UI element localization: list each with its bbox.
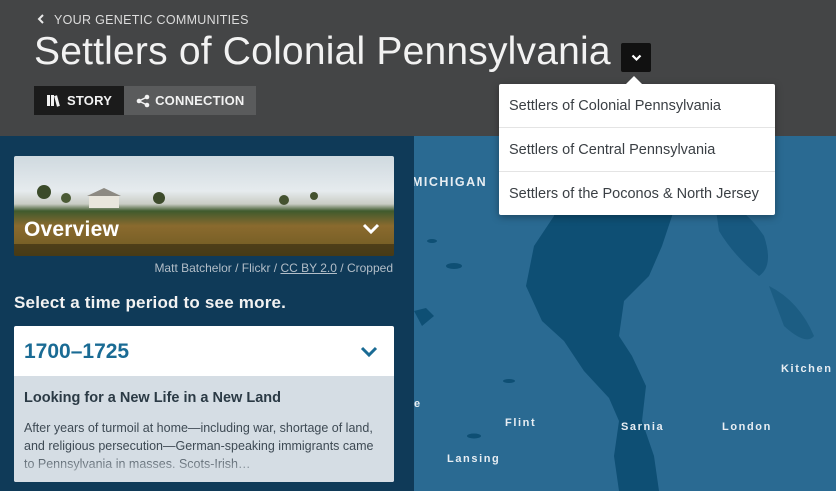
breadcrumb-label: YOUR GENETIC COMMUNITIES (54, 13, 249, 27)
chevron-down-icon (631, 54, 641, 61)
community-dropdown-menu: Settlers of Colonial Pennsylvania Settle… (499, 76, 775, 216)
license-link[interactable]: CC BY 2.0 (280, 261, 336, 275)
overview-card[interactable]: Overview (14, 156, 394, 256)
chevron-down-icon[interactable] (360, 345, 378, 363)
story-panel: Overview Matt Batchelor / Flickr / CC BY… (0, 136, 414, 491)
photo-credit-suffix: / Cropped (336, 261, 393, 275)
time-period-select[interactable]: 1700–1725 (14, 326, 394, 376)
share-icon (136, 94, 150, 107)
period-heading: Looking for a New Life in a New Land (24, 390, 281, 406)
map-label-lansing: Lansing (447, 453, 501, 465)
time-period-content: Looking for a New Life in a New Land Aft… (14, 376, 394, 482)
book-icon (47, 95, 60, 107)
overview-title: Overview (24, 218, 119, 241)
photo-credit: Matt Batchelor / Flickr / CC BY 2.0 / Cr… (154, 261, 393, 275)
tab-story[interactable]: STORY (34, 86, 125, 115)
time-period-value: 1700–1725 (24, 340, 130, 363)
map-label-kitchener: Kitchen (781, 363, 833, 375)
menu-item-poconos-north-jersey[interactable]: Settlers of the Poconos & North Jersey (499, 172, 775, 216)
breadcrumb[interactable]: YOUR GENETIC COMMUNITIES (37, 13, 249, 27)
tab-story-label: STORY (67, 93, 113, 108)
menu-item-colonial-pennsylvania[interactable]: Settlers of Colonial Pennsylvania (499, 84, 775, 128)
map-label-sarnia: Sarnia (621, 421, 665, 433)
photo-credit-prefix: Matt Batchelor / Flickr / (154, 261, 281, 275)
map-label-partial: e (414, 398, 422, 410)
menu-item-central-pennsylvania[interactable]: Settlers of Central Pennsylvania (499, 128, 775, 172)
chevron-left-icon (37, 13, 44, 27)
community-dropdown-button[interactable] (621, 43, 651, 72)
chevron-down-icon[interactable] (362, 222, 380, 240)
time-period-prompt: Select a time period to see more. (14, 293, 287, 312)
map-label-michigan: MICHIGAN (414, 175, 488, 189)
view-tabs: STORY CONNECTION (34, 86, 257, 115)
map-label-london: London (722, 421, 772, 433)
text-fade (14, 454, 394, 482)
map-label-flint: Flint (505, 417, 537, 429)
tab-connection[interactable]: CONNECTION (124, 86, 257, 115)
tab-connection-label: CONNECTION (155, 93, 245, 108)
page-title: Settlers of Colonial Pennsylvania (34, 30, 611, 73)
